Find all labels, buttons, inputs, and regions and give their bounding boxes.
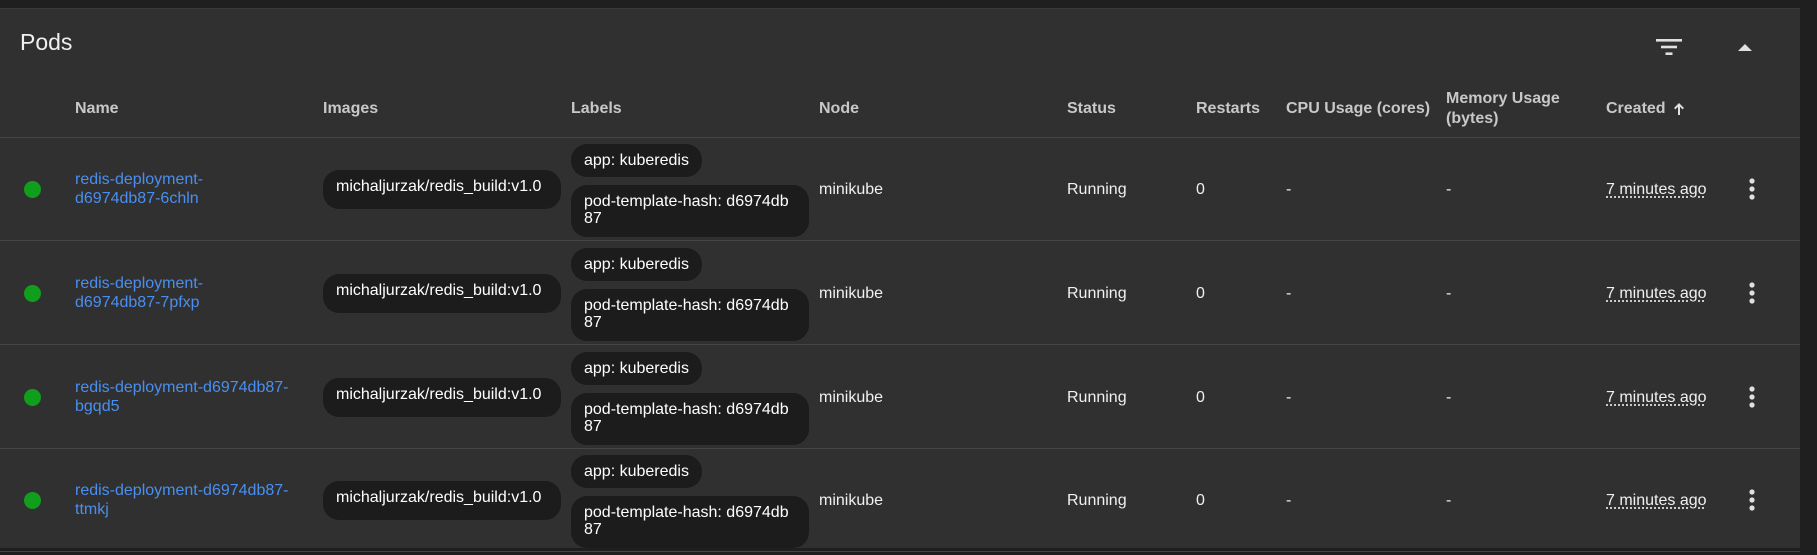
node-cell: minikube bbox=[819, 389, 884, 406]
node-cell: minikube bbox=[819, 492, 884, 509]
column-header-status[interactable]: Status bbox=[1067, 81, 1116, 137]
label-chip-app: app: kuberedis bbox=[571, 352, 702, 385]
label-chip-pod-template-hash: pod-template-hash: d6974db87 bbox=[571, 289, 809, 341]
card-header: Pods bbox=[0, 9, 1800, 81]
more-vert-icon bbox=[1749, 386, 1755, 408]
pod-name-link[interactable]: redis-deployment- d6974db87-7pfxp bbox=[75, 275, 203, 311]
status-cell: Running bbox=[1067, 285, 1127, 302]
filter-list-icon bbox=[1656, 39, 1682, 55]
more-vert-icon bbox=[1749, 489, 1755, 511]
more-vert-icon bbox=[1749, 282, 1755, 304]
pod-name-line2: ttmkj bbox=[75, 501, 109, 518]
pod-name-cell: redis-deployment-d6974db87- ttmkj bbox=[75, 481, 315, 519]
pod-name-line2: d6974db87-7pfxp bbox=[75, 294, 200, 311]
pod-name-cell: redis-deployment- d6974db87-6chln bbox=[75, 170, 315, 208]
cpu-usage-cell: - bbox=[1286, 389, 1292, 406]
row-actions-button[interactable] bbox=[1740, 385, 1764, 409]
status-cell: Running bbox=[1067, 492, 1127, 509]
pod-name-cell: redis-deployment-d6974db87- bgqd5 bbox=[75, 378, 315, 416]
status-running-icon bbox=[24, 492, 41, 509]
table-row[interactable]: redis-deployment-d6974db87- ttmkj michal… bbox=[0, 448, 1800, 552]
card-title: Pods bbox=[20, 29, 73, 55]
pod-name-link[interactable]: redis-deployment-d6974db87- ttmkj bbox=[75, 482, 288, 518]
column-header-labels: Labels bbox=[571, 100, 622, 117]
column-header-node[interactable]: Node bbox=[819, 81, 859, 137]
restarts-cell: 0 bbox=[1196, 492, 1205, 509]
cpu-usage-cell: - bbox=[1286, 285, 1292, 302]
column-header-restarts[interactable]: Restarts bbox=[1196, 81, 1260, 137]
row-actions-button[interactable] bbox=[1740, 177, 1764, 201]
memory-usage-cell: - bbox=[1446, 389, 1452, 406]
column-header-name[interactable]: Name bbox=[75, 81, 119, 137]
status-cell: Running bbox=[1067, 181, 1127, 198]
arrow-upward-icon bbox=[1673, 103, 1684, 115]
pod-name-line2: bgqd5 bbox=[75, 398, 120, 415]
table-row[interactable]: redis-deployment- d6974db87-7pfxp michal… bbox=[0, 241, 1800, 345]
label-chip-app: app: kuberedis bbox=[571, 455, 702, 488]
more-vert-icon bbox=[1749, 178, 1755, 200]
restarts-cell: 0 bbox=[1196, 389, 1205, 406]
label-chip-pod-template-hash: pod-template-hash: d6974db87 bbox=[571, 185, 809, 237]
table-row[interactable]: redis-deployment-d6974db87- bgqd5 michal… bbox=[0, 345, 1800, 449]
created-cell: 7 minutes ago bbox=[1606, 181, 1707, 198]
filter-button[interactable] bbox=[1651, 29, 1687, 65]
row-actions-button[interactable] bbox=[1740, 281, 1764, 305]
table-row[interactable]: redis-deployment- d6974db87-6chln michal… bbox=[0, 137, 1800, 241]
status-running-icon bbox=[24, 181, 41, 198]
pod-name-link[interactable]: redis-deployment-d6974db87- bgqd5 bbox=[75, 379, 288, 415]
status-running-icon bbox=[24, 285, 41, 302]
cpu-usage-cell: - bbox=[1286, 492, 1292, 509]
pod-name-line1: redis-deployment-d6974db87- bbox=[75, 482, 289, 499]
node-cell: minikube bbox=[819, 181, 884, 198]
pods-card: Pods Name Images Labels Node Status Rest… bbox=[0, 8, 1800, 552]
memory-usage-cell: - bbox=[1446, 492, 1452, 509]
column-header-images: Images bbox=[323, 100, 379, 117]
pod-name-line2: d6974db87-6chln bbox=[75, 190, 199, 207]
label-chip-app: app: kuberedis bbox=[571, 144, 702, 177]
label-chip-app: app: kuberedis bbox=[571, 248, 702, 281]
restarts-cell: 0 bbox=[1196, 285, 1205, 302]
image-chip: michaljurzak/redis_build:v1.0 bbox=[323, 378, 561, 417]
row-actions-button[interactable] bbox=[1740, 488, 1764, 512]
column-header-cpu: CPU Usage (cores) bbox=[1286, 100, 1431, 117]
expand-less-icon bbox=[1738, 44, 1752, 51]
status-running-icon bbox=[24, 389, 41, 406]
collapse-button[interactable] bbox=[1727, 29, 1763, 65]
memory-usage-cell: - bbox=[1446, 285, 1452, 302]
cpu-usage-cell: - bbox=[1286, 181, 1292, 198]
memory-usage-cell: - bbox=[1446, 181, 1452, 198]
label-chip-pod-template-hash: pod-template-hash: d6974db87 bbox=[571, 496, 809, 548]
column-header-memory: Memory Usage (bytes) bbox=[1446, 90, 1560, 127]
created-cell: 7 minutes ago bbox=[1606, 492, 1707, 509]
pod-name-line1: redis-deployment-d6974db87- bbox=[75, 379, 289, 396]
node-cell: minikube bbox=[819, 285, 884, 302]
column-header-created[interactable]: Created bbox=[1606, 81, 1685, 137]
label-chip-pod-template-hash: pod-template-hash: d6974db87 bbox=[571, 393, 809, 445]
image-chip: michaljurzak/redis_build:v1.0 bbox=[323, 274, 561, 313]
created-cell: 7 minutes ago bbox=[1606, 389, 1707, 406]
pod-name-line1: redis-deployment- bbox=[75, 275, 204, 292]
pod-name-link[interactable]: redis-deployment- d6974db87-6chln bbox=[75, 171, 203, 207]
table-header: Name Images Labels Node Status Restarts … bbox=[0, 81, 1800, 138]
pod-name-cell: redis-deployment- d6974db87-7pfxp bbox=[75, 274, 315, 312]
image-chip: michaljurzak/redis_build:v1.0 bbox=[323, 170, 561, 209]
status-cell: Running bbox=[1067, 389, 1127, 406]
restarts-cell: 0 bbox=[1196, 181, 1205, 198]
pod-name-line1: redis-deployment- bbox=[75, 171, 204, 188]
image-chip: michaljurzak/redis_build:v1.0 bbox=[323, 481, 561, 520]
created-cell: 7 minutes ago bbox=[1606, 285, 1707, 302]
column-header-created-label: Created bbox=[1606, 100, 1666, 117]
